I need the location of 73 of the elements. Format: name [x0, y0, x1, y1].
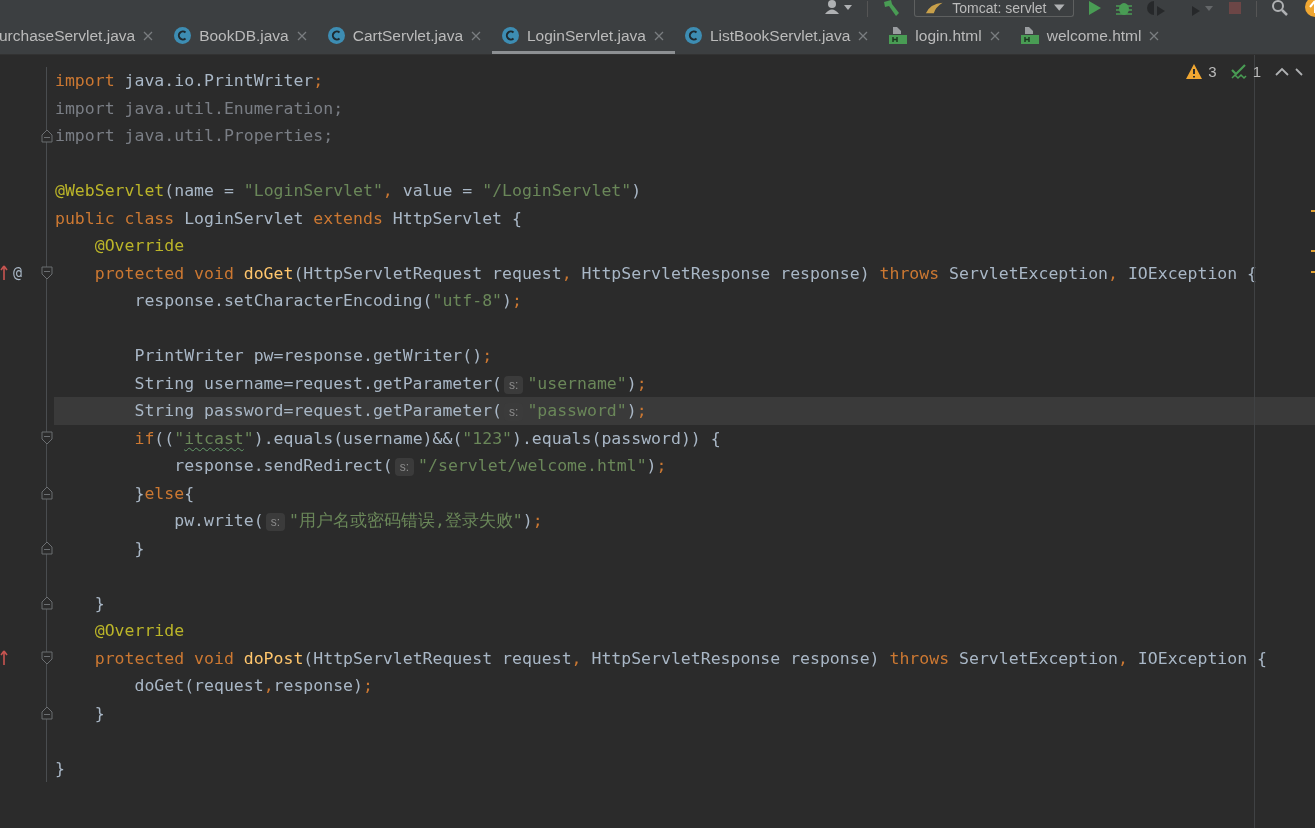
- editor-tab[interactable]: BookDB.java: [164, 20, 318, 54]
- search-icon[interactable]: [1271, 0, 1289, 16]
- close-icon[interactable]: [858, 30, 869, 41]
- code-line: doGet(request,response);: [133, 676, 373, 696]
- class-icon: [502, 27, 519, 44]
- code-line: import java.util.Enumeration;: [55, 98, 344, 118]
- tab-label: BookDB.java: [199, 26, 289, 45]
- fold-icon[interactable]: [41, 128, 53, 143]
- class-icon: [174, 27, 192, 44]
- editor-tab[interactable]: login.html: [879, 20, 1011, 54]
- editor-tab[interactable]: LoginServlet.java: [492, 20, 675, 54]
- close-icon[interactable]: [296, 30, 307, 41]
- code-line: PrintWriter pw=response.getWriter();: [133, 346, 493, 366]
- tab-label: welcome.html: [1046, 26, 1142, 45]
- typo-count[interactable]: 1: [1252, 63, 1261, 80]
- code-line: import java.util.Properties;: [55, 126, 334, 146]
- close-icon[interactable]: [1149, 30, 1160, 41]
- close-icon[interactable]: [989, 30, 1000, 41]
- chevron-up-icon[interactable]: [1275, 66, 1289, 77]
- html-file-icon: [889, 27, 908, 44]
- code-line: }else{: [133, 483, 195, 503]
- tab-label: login.html: [915, 26, 982, 45]
- close-icon[interactable]: [471, 30, 481, 41]
- editor-tab[interactable]: CartServlet.java: [317, 20, 492, 54]
- editor-tab[interactable]: urchaseServlet.java: [0, 20, 165, 54]
- code-line: String username=request.getParameter( s: "username");: [133, 373, 647, 393]
- html-file-icon: [1020, 27, 1039, 44]
- fold-icon[interactable]: [41, 706, 53, 721]
- tab-label: ListBookServlet.java: [709, 26, 851, 45]
- hammer-icon[interactable]: [882, 0, 900, 16]
- fold-icon[interactable]: [41, 486, 53, 501]
- close-icon[interactable]: [143, 30, 154, 41]
- editor-tab[interactable]: ListBookServlet.java: [674, 20, 880, 54]
- annotation-marker[interactable]: @: [13, 264, 23, 283]
- fold-icon[interactable]: [41, 266, 53, 281]
- code-line: response.sendRedirect( s: "/servlet/welcome.html");: [173, 456, 667, 476]
- code-line: }: [93, 703, 105, 723]
- caret-icon: [1054, 4, 1065, 12]
- override-arrow-icon[interactable]: [0, 650, 8, 667]
- user-icon[interactable]: [823, 0, 853, 16]
- tab-label: LoginServlet.java: [527, 26, 646, 45]
- update-icon[interactable]: [1303, 0, 1315, 17]
- run-configuration-dropdown[interactable]: Tomcat: servlet: [914, 0, 1074, 17]
- code-line: protected void doPost(HttpServletRequest request, HttpServletResponse response) throws ServletException, IOException {: [93, 648, 1267, 668]
- code-line: response.setCharacterEncoding("utf-8");: [133, 291, 522, 311]
- code-line: }: [93, 593, 105, 613]
- close-icon[interactable]: [653, 30, 664, 41]
- tab-label: CartServlet.java: [352, 26, 463, 45]
- class-icon: [327, 27, 345, 44]
- editor-tab[interactable]: welcome.html: [1010, 20, 1171, 54]
- code-line: }: [55, 758, 65, 778]
- fold-icon[interactable]: [41, 651, 53, 666]
- warning-icon[interactable]: [1186, 64, 1203, 79]
- override-arrow-icon[interactable]: [0, 265, 8, 282]
- warning-count[interactable]: 3: [1208, 63, 1217, 80]
- tab-label: urchaseServlet.java: [0, 26, 136, 45]
- code-line: import java.io.PrintWriter;: [55, 71, 324, 91]
- code-line: if(("itcast").equals(username)&&("123").equals(password)) {: [133, 428, 721, 448]
- code-line: pw.write( s: "用户名或密码错误,登录失败");: [173, 509, 543, 532]
- chevron-down-icon[interactable]: [1295, 66, 1303, 77]
- code-line: @Override: [93, 621, 185, 641]
- bug-icon[interactable]: [1116, 0, 1132, 16]
- code-line: String password=request.getParameter( s: "password");: [133, 401, 647, 421]
- fold-icon[interactable]: [41, 541, 53, 556]
- code-line: public class LoginServlet extends HttpServlet {: [55, 208, 522, 228]
- code-line: @Override: [93, 236, 185, 256]
- fold-icon[interactable]: [41, 596, 53, 611]
- class-icon: [684, 27, 702, 44]
- fold-icon[interactable]: [41, 431, 53, 446]
- code-line: @WebServlet(name = "LoginServlet", value = "/LoginServlet"): [55, 181, 642, 201]
- code-line: }: [133, 538, 145, 558]
- typo-check-icon[interactable]: [1230, 63, 1247, 80]
- run-icon[interactable]: [1088, 0, 1102, 16]
